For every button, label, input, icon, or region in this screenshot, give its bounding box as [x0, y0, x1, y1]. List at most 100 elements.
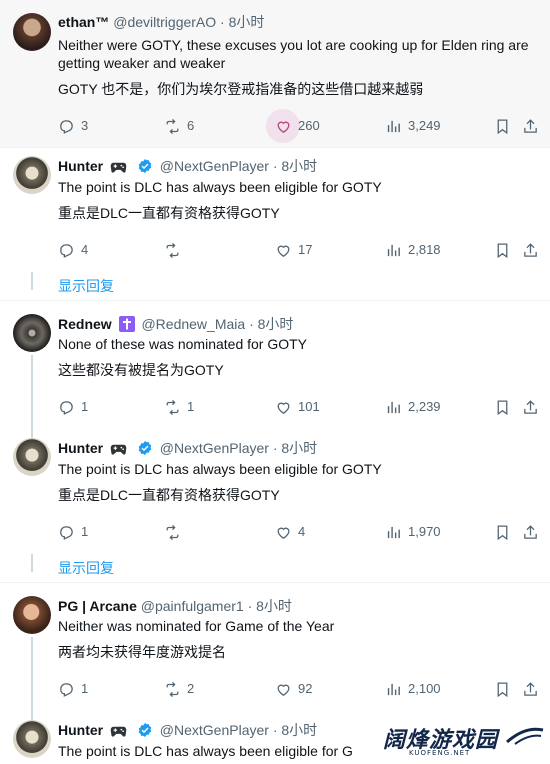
tweet-text: Neither was nominated for Game of the Ye… — [58, 618, 335, 634]
reply-button[interactable]: 1 — [58, 522, 88, 542]
heart-icon — [277, 684, 290, 696]
author-handle[interactable]: @NextGenPlayer — [160, 722, 269, 738]
gamepad-icon — [110, 726, 127, 737]
avatar[interactable] — [13, 156, 51, 194]
share-icon — [524, 681, 537, 696]
tweet[interactable]: Hunter @NextGenPlayer · 8小时 The point is… — [0, 430, 550, 580]
bookmark-icon — [497, 118, 508, 134]
views-button[interactable]: 1,970 — [385, 522, 441, 542]
author-name[interactable]: Hunter — [58, 722, 103, 738]
bookmark-button[interactable] — [494, 522, 517, 542]
heart-icon — [277, 527, 290, 539]
gamepad-icon — [110, 162, 127, 173]
watermark-swoosh-icon — [506, 727, 544, 745]
show-replies-link[interactable]: 显示回复 — [58, 276, 114, 296]
author-name[interactable]: Hunter — [58, 158, 103, 174]
reply-button[interactable]: 3 — [58, 116, 88, 136]
bookmark-button[interactable] — [494, 116, 517, 136]
avatar[interactable] — [13, 720, 51, 758]
like-button[interactable]: 92 — [275, 679, 312, 699]
like-count: 17 — [298, 242, 313, 257]
timestamp[interactable]: · 8小时 — [273, 440, 317, 456]
reply-count: 1 — [81, 681, 89, 696]
share-button[interactable] — [522, 679, 545, 699]
like-button[interactable]: 17 — [275, 240, 312, 260]
repost-button[interactable]: 1 — [164, 397, 194, 417]
author-handle[interactable]: @NextGenPlayer — [160, 440, 269, 456]
author-handle[interactable]: @painfulgamer1 — [141, 598, 244, 614]
like-button[interactable]: 4 — [275, 522, 305, 542]
like-button[interactable]: 260 — [275, 116, 320, 136]
share-icon — [524, 524, 537, 539]
timestamp[interactable]: · 8小时 — [273, 158, 317, 174]
avatar[interactable] — [13, 438, 51, 476]
share-icon — [524, 118, 537, 133]
action-bar: 1 4 1,970 — [58, 522, 550, 542]
show-replies-link[interactable]: 显示回复 — [58, 558, 114, 578]
share-button[interactable] — [522, 116, 545, 136]
views-button[interactable]: 2,100 — [385, 679, 441, 699]
tweet-text: The point is DLC has always been eligibl… — [58, 743, 353, 759]
like-count: 101 — [298, 399, 320, 414]
author-handle[interactable]: @Rednew_Maia — [141, 316, 245, 332]
share-button[interactable] — [522, 397, 545, 417]
repost-button[interactable]: 6 — [164, 116, 194, 136]
timestamp[interactable]: · 8小时 — [220, 14, 264, 30]
reply-button[interactable]: 1 — [58, 679, 88, 699]
verified-icon — [138, 159, 152, 173]
tweet[interactable]: Hunter @NextGenPlayer · 8小时 The point is… — [0, 148, 550, 298]
timestamp[interactable]: · 8小时 — [249, 316, 293, 332]
tweet-text: None of these was nominated for GOTY — [58, 336, 308, 352]
thread-line — [31, 637, 33, 721]
verified-icon — [138, 723, 152, 737]
tweet-header: Hunter @NextGenPlayer · 8小时 — [58, 721, 317, 739]
author-handle[interactable]: @deviltriggerAO — [113, 14, 216, 30]
bookmark-button[interactable] — [494, 397, 517, 417]
avatar[interactable] — [13, 13, 51, 51]
cross-badge-icon — [118, 316, 135, 332]
tweet-text: getting weaker and weaker — [58, 55, 226, 71]
share-icon — [524, 242, 537, 257]
author-handle[interactable]: @NextGenPlayer — [160, 158, 269, 174]
watermark-subtitle: KUOFENG.NET — [409, 749, 471, 757]
author-name[interactable]: ethan™ — [58, 14, 109, 30]
repost-count: 2 — [187, 681, 195, 696]
reply-count: 1 — [81, 524, 89, 539]
tweet-translation: GOTY 也不是，你们为埃尔登戒指准备的这些借口越来越弱 — [58, 81, 424, 97]
tweet-header: Rednew @Rednew_Maia · 8小时 — [58, 315, 293, 333]
author-name[interactable]: Hunter — [58, 440, 103, 456]
timestamp[interactable]: · 8小时 — [248, 598, 292, 614]
reply-button[interactable]: 1 — [58, 397, 88, 417]
heart-icon — [277, 402, 290, 414]
thread-line — [31, 355, 33, 439]
views-button[interactable]: 3,249 — [385, 116, 441, 136]
repost-button[interactable] — [164, 240, 187, 260]
reply-button[interactable]: 4 — [58, 240, 88, 260]
timestamp[interactable]: · 8小时 — [273, 722, 317, 738]
tweet[interactable]: Rednew @Rednew_Maia · 8小时 None of these … — [0, 301, 550, 439]
like-button[interactable]: 101 — [275, 397, 320, 417]
share-button[interactable] — [522, 522, 545, 542]
bookmark-button[interactable] — [494, 679, 517, 699]
repost-button[interactable] — [164, 522, 187, 542]
views-button[interactable]: 2,818 — [385, 240, 441, 260]
author-name[interactable]: PG | Arcane — [58, 598, 137, 614]
share-icon — [524, 399, 537, 414]
repost-count: 6 — [187, 118, 195, 133]
views-icon — [387, 526, 400, 538]
reply-icon — [60, 243, 73, 258]
reply-icon — [60, 525, 73, 540]
tweet[interactable]: ethan™ @deviltriggerAO · 8小时 Neither wer… — [0, 0, 550, 147]
avatar[interactable] — [13, 314, 51, 352]
share-button[interactable] — [522, 240, 545, 260]
reply-icon — [60, 400, 73, 415]
tweet[interactable]: PG | Arcane @painfulgamer1 · 8小时 Neither… — [0, 583, 550, 721]
bookmark-button[interactable] — [494, 240, 517, 260]
repost-button[interactable]: 2 — [164, 679, 194, 699]
views-button[interactable]: 2,239 — [385, 397, 441, 417]
bookmark-icon — [497, 681, 508, 697]
views-icon — [387, 120, 400, 132]
view-count: 2,818 — [408, 242, 441, 257]
avatar[interactable] — [13, 596, 51, 634]
author-name[interactable]: Rednew — [58, 316, 112, 332]
